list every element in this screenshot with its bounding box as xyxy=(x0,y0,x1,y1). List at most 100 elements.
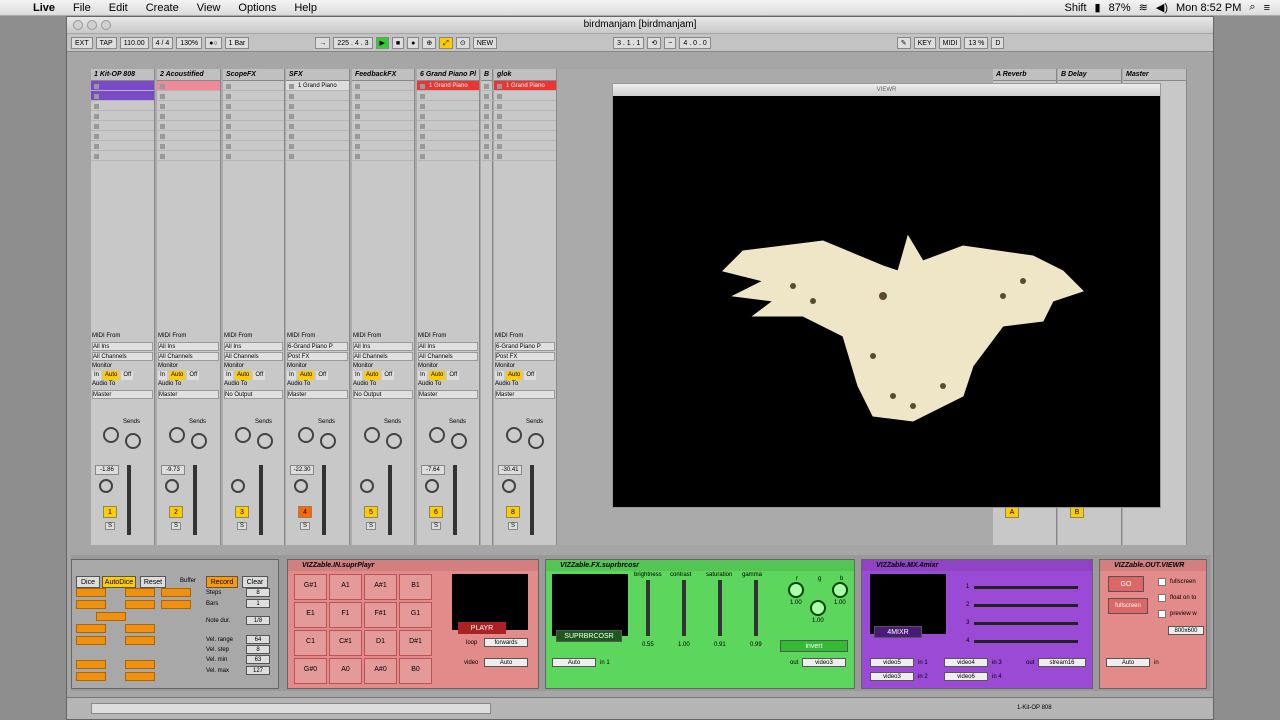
clip-slot[interactable] xyxy=(223,91,284,101)
track-activator-8[interactable]: 8 xyxy=(506,506,520,518)
clip-slot[interactable] xyxy=(286,121,349,131)
clip-slot[interactable] xyxy=(157,111,220,121)
menu-app[interactable]: Live xyxy=(24,2,64,14)
monitor-auto-button[interactable]: Auto xyxy=(298,371,315,380)
return-header[interactable]: B Delay xyxy=(1058,69,1121,81)
solo-button[interactable]: S xyxy=(431,522,441,530)
monitor-off-button[interactable]: Off xyxy=(316,371,329,380)
track-activator-4[interactable]: 4 xyxy=(298,506,312,518)
zoom-field[interactable]: 130% xyxy=(176,36,203,49)
monitor-in-button[interactable]: In xyxy=(92,371,102,380)
mix-in2-select[interactable]: video3 xyxy=(870,672,914,681)
clip-slot[interactable]: 1 Grand Piano xyxy=(494,81,556,91)
clip-slot[interactable] xyxy=(494,91,556,101)
back-to-arrangement-icon[interactable]: ⊙ xyxy=(455,36,470,49)
output-select[interactable]: Master xyxy=(287,390,348,399)
fx-out-select[interactable]: video3 xyxy=(802,658,846,667)
clip-slot[interactable] xyxy=(223,141,284,151)
send-a-knob[interactable] xyxy=(298,427,314,443)
clear-button[interactable]: Clear xyxy=(242,576,268,588)
clip-slot[interactable] xyxy=(352,111,414,121)
viewr-window[interactable]: VIEWR xyxy=(612,83,1161,508)
pan-knob[interactable] xyxy=(425,479,439,493)
send-a-knob[interactable] xyxy=(235,427,251,443)
monitor-off-button[interactable]: Off xyxy=(524,371,537,380)
monitor-auto-button[interactable]: Auto xyxy=(169,371,186,380)
clip-slot[interactable] xyxy=(494,101,556,111)
pan-knob[interactable] xyxy=(231,479,245,493)
track-header[interactable]: B xyxy=(481,69,492,81)
clip-slot[interactable] xyxy=(157,81,220,91)
menu-help[interactable]: Help xyxy=(285,2,326,14)
record-icon[interactable]: ● xyxy=(407,36,420,49)
clip-slot[interactable] xyxy=(157,131,220,141)
input-type-select[interactable]: All Ins xyxy=(353,342,413,351)
clip-slot[interactable] xyxy=(286,151,349,161)
send-b-knob[interactable] xyxy=(125,433,141,449)
mix-fader[interactable] xyxy=(974,622,1078,625)
input-type-select[interactable]: All Ins xyxy=(92,342,153,351)
clip-slot[interactable] xyxy=(417,131,479,141)
loop-length[interactable]: 4 . 0 . 0 xyxy=(679,36,711,49)
clip-slot[interactable] xyxy=(352,121,414,131)
output-select[interactable]: Master xyxy=(92,390,153,399)
size-select[interactable]: 800x600 xyxy=(1168,626,1204,635)
quantize-select[interactable]: 1 Bar xyxy=(224,36,250,49)
invert-button[interactable]: invert xyxy=(780,640,848,652)
automation-arm-icon[interactable]: ⤢ xyxy=(439,36,453,49)
clip-slot[interactable] xyxy=(223,151,284,161)
fx-slider[interactable] xyxy=(754,580,758,636)
clip-slot[interactable] xyxy=(417,121,479,131)
send-a-knob[interactable] xyxy=(103,427,119,443)
fullscreen-button[interactable]: fullscreen xyxy=(1108,598,1148,614)
time-signature[interactable]: 4 / 4 xyxy=(151,36,174,49)
monitor-in-button[interactable]: In xyxy=(353,371,363,380)
send-a-knob[interactable] xyxy=(429,427,445,443)
clip-slot[interactable] xyxy=(481,131,493,141)
clip-slot[interactable] xyxy=(481,91,493,101)
return-header[interactable]: A Reverb xyxy=(993,69,1056,81)
out-in-select[interactable]: Auto xyxy=(1106,658,1150,667)
solo-button[interactable]: S xyxy=(105,522,115,530)
clip-slot[interactable] xyxy=(223,81,284,91)
solo-button[interactable]: S xyxy=(366,522,376,530)
fx-slider[interactable] xyxy=(682,580,686,636)
pan-knob[interactable] xyxy=(99,479,113,493)
step-cell[interactable] xyxy=(124,660,155,669)
step-cell[interactable] xyxy=(76,588,106,597)
track-activator-1[interactable]: 1 xyxy=(103,506,117,518)
return-header[interactable]: Master xyxy=(1123,69,1186,81)
clip-pad[interactable]: D1 xyxy=(364,630,397,656)
track-activator-3[interactable]: 3 xyxy=(235,506,249,518)
send-b-knob[interactable] xyxy=(191,433,207,449)
vs-number[interactable]: 8 xyxy=(246,645,270,654)
overdub-icon[interactable]: ⊕ xyxy=(422,36,437,49)
clip-slot[interactable] xyxy=(223,121,284,131)
tap-button[interactable]: TAP xyxy=(95,36,117,49)
step-cell[interactable] xyxy=(96,612,126,621)
send-b-knob[interactable] xyxy=(386,433,402,449)
clip-pad[interactable]: C1 xyxy=(294,630,327,656)
autodice-button[interactable]: AutoDice xyxy=(102,576,136,588)
clip-slot[interactable] xyxy=(91,121,154,131)
step-cell[interactable] xyxy=(124,672,155,681)
output-select[interactable]: Master xyxy=(418,390,478,399)
mix-in4-select[interactable]: video6 xyxy=(944,672,988,681)
steps-number[interactable]: 8 xyxy=(246,588,270,597)
pan-knob[interactable] xyxy=(502,479,516,493)
search-icon[interactable]: ⌕ xyxy=(1249,1,1255,14)
monitor-off-button[interactable]: Off xyxy=(253,371,266,380)
minimize-icon[interactable] xyxy=(87,20,97,30)
step-cell[interactable] xyxy=(124,624,155,633)
menu-options[interactable]: Options xyxy=(229,2,285,14)
solo-button[interactable]: S xyxy=(300,522,310,530)
clip-pad[interactable]: B1 xyxy=(399,574,432,600)
clip-slot[interactable] xyxy=(286,101,349,111)
vmin-number[interactable]: 63 xyxy=(246,655,270,664)
clip-slot[interactable] xyxy=(481,121,493,131)
loop-icon[interactable]: ⟲ xyxy=(647,36,662,49)
pan-knob[interactable] xyxy=(165,479,179,493)
fx-b-knob[interactable] xyxy=(832,582,848,598)
clip-slot[interactable] xyxy=(352,141,414,151)
clip-slot[interactable] xyxy=(481,101,493,111)
